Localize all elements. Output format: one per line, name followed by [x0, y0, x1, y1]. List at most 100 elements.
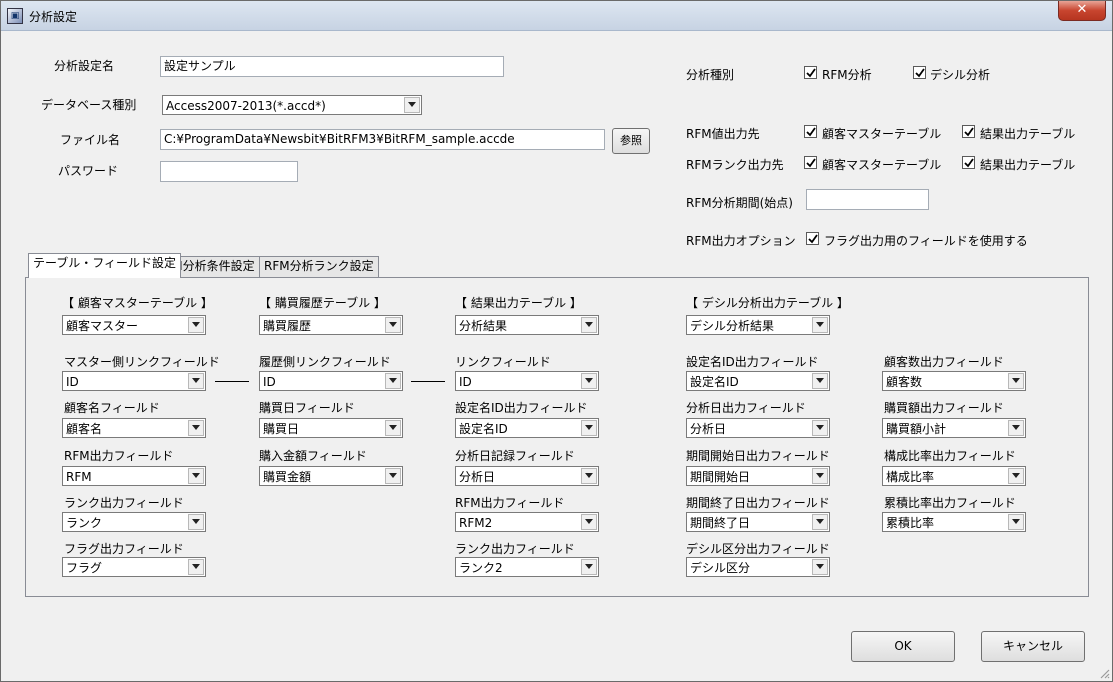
- field-label: 購買額出力フィールド: [884, 401, 1004, 415]
- chevron-down-icon: [385, 373, 401, 389]
- decile-cumulative-ratio-field-select[interactable]: 累積比率: [882, 512, 1026, 532]
- rfm-option-label: RFM出力オプション: [686, 234, 796, 248]
- tab-rfm-rank-settings[interactable]: RFM分析ランク設定: [259, 256, 379, 277]
- rfm-rank-output-label: RFMランク出力先: [686, 158, 784, 172]
- result-link-field-select[interactable]: ID: [455, 371, 599, 391]
- field-label: フラグ出力フィールド: [64, 542, 184, 556]
- chevron-down-icon: [812, 420, 828, 436]
- close-icon: ✕: [1076, 2, 1088, 17]
- field-label: 顧客数出力フィールド: [884, 355, 1004, 369]
- select-value: ID: [459, 375, 472, 389]
- decile-composition-ratio-field-select[interactable]: 構成比率: [882, 466, 1026, 486]
- purchase-link-field-select[interactable]: ID: [259, 371, 403, 391]
- tab-table-field-settings[interactable]: テーブル・フィールド設定: [28, 253, 182, 278]
- customer-name-field-select[interactable]: 顧客名: [62, 418, 206, 438]
- analysis-name-input[interactable]: 設定サンプル: [160, 56, 504, 77]
- select-value: デシル区分: [690, 561, 751, 575]
- chevron-down-icon: [188, 514, 204, 530]
- flag-field-label: フラグ出力用のフィールドを使用する: [824, 234, 1028, 248]
- app-icon: ▣: [7, 8, 23, 24]
- decile-purchase-amount-field-select[interactable]: 購買額小計: [882, 418, 1026, 438]
- db-type-select[interactable]: Access2007-2013(*.accd*): [162, 95, 422, 115]
- decile-period-end-field-select[interactable]: 期間終了日: [686, 512, 830, 532]
- purchase-date-field-select[interactable]: 購買日: [259, 418, 403, 438]
- field-label: 累積比率出力フィールド: [884, 496, 1016, 510]
- title-bar[interactable]: ▣ 分析設定 ✕: [1, 1, 1112, 31]
- decile-setting-id-field-select[interactable]: 設定名ID: [686, 371, 830, 391]
- purchase-table-select[interactable]: 購買履歴: [259, 315, 403, 335]
- field-label: デシル区分出力フィールド: [686, 542, 830, 556]
- field-label: 構成比率出力フィールド: [884, 449, 1016, 463]
- analysis-type-label: 分析種別: [686, 68, 735, 82]
- rfm-analysis-checkbox[interactable]: [804, 66, 817, 79]
- chevron-down-icon: [812, 514, 828, 530]
- field-label: 設定名ID出力フィールド: [455, 401, 588, 415]
- decile-analysis-label: デシル分析: [930, 68, 991, 82]
- result-table-header: 【 結果出力テーブル 】: [455, 296, 582, 310]
- chevron-down-icon: [812, 559, 828, 575]
- chevron-down-icon: [581, 420, 597, 436]
- chevron-down-icon: [581, 559, 597, 575]
- customer-link-field-select[interactable]: ID: [62, 371, 206, 391]
- decile-table-header: 【 デシル分析出力テーブル 】: [686, 296, 849, 310]
- customer-rank-field-select[interactable]: ランク: [62, 512, 206, 532]
- decile-customer-count-field-select[interactable]: 顧客数: [882, 371, 1026, 391]
- purchase-amount-field-select[interactable]: 購買金額: [259, 466, 403, 486]
- customer-table-header: 【 顧客マスターテーブル 】: [62, 296, 213, 310]
- close-button[interactable]: ✕: [1058, 1, 1106, 21]
- field-label: リンクフィールド: [455, 355, 551, 369]
- select-value: 顧客名: [66, 422, 103, 436]
- chevron-down-icon: [188, 317, 204, 333]
- customer-rfm-field-select[interactable]: RFM: [62, 466, 206, 486]
- cancel-button[interactable]: キャンセル: [981, 631, 1085, 662]
- select-value: 購買額小計: [886, 422, 947, 436]
- result-rfm-field-select[interactable]: RFM2: [455, 512, 599, 532]
- field-label: ランク出力フィールド: [64, 496, 184, 510]
- chevron-down-icon: [385, 317, 401, 333]
- select-value: ID: [263, 375, 276, 389]
- decile-table-select[interactable]: デシル分析結果: [686, 315, 830, 335]
- chevron-down-icon: [812, 373, 828, 389]
- decile-class-field-select[interactable]: デシル区分: [686, 557, 830, 577]
- flag-field-checkbox[interactable]: [806, 232, 819, 245]
- rfm-rank-customer-checkbox[interactable]: [804, 156, 817, 169]
- decile-period-start-field-select[interactable]: 期間開始日: [686, 466, 830, 486]
- field-label: 設定名ID出力フィールド: [686, 355, 819, 369]
- customer-table-select[interactable]: 顧客マスター: [62, 315, 206, 335]
- field-label: 期間開始日出力フィールド: [686, 449, 830, 463]
- file-name-input[interactable]: C:¥ProgramData¥Newsbit¥BitRFM3¥BitRFM_sa…: [160, 129, 605, 150]
- chevron-down-icon: [188, 373, 204, 389]
- analysis-name-label: 分析設定名: [54, 59, 115, 73]
- ok-button[interactable]: OK: [851, 631, 955, 662]
- rfm-rank-result-checkbox[interactable]: [962, 156, 975, 169]
- select-value: ID: [66, 375, 79, 389]
- rfm-value-result-checkbox[interactable]: [962, 125, 975, 138]
- file-name-label: ファイル名: [60, 133, 121, 147]
- select-value: RFM2: [459, 516, 493, 530]
- rfm-value-customer-checkbox[interactable]: [804, 125, 817, 138]
- select-value: 構成比率: [886, 470, 935, 484]
- browse-button[interactable]: 参照: [612, 128, 650, 154]
- chevron-down-icon: [188, 420, 204, 436]
- rfm-analysis-label: RFM分析: [822, 68, 872, 82]
- resize-grip-icon[interactable]: [1098, 667, 1110, 679]
- chevron-down-icon: [812, 317, 828, 333]
- decile-analysis-checkbox[interactable]: [913, 66, 926, 79]
- chevron-down-icon: [581, 317, 597, 333]
- rfm-rank-result-label: 結果出力テーブル: [980, 158, 1076, 172]
- rfm-period-input[interactable]: [806, 189, 929, 210]
- db-type-value: Access2007-2013(*.accd*): [166, 99, 326, 113]
- result-table-select[interactable]: 分析結果: [455, 315, 599, 335]
- field-label: 購買日フィールド: [259, 401, 355, 415]
- select-value: 購買金額: [263, 470, 312, 484]
- chevron-down-icon: [1008, 420, 1024, 436]
- password-input[interactable]: [160, 161, 298, 182]
- field-label: 履歴側リンクフィールド: [259, 355, 391, 369]
- result-date-field-select[interactable]: 分析日: [455, 466, 599, 486]
- select-value: 購買日: [263, 422, 300, 436]
- customer-flag-field-select[interactable]: フラグ: [62, 557, 206, 577]
- result-setting-id-field-select[interactable]: 設定名ID: [455, 418, 599, 438]
- window-title: 分析設定: [29, 10, 78, 24]
- result-rank-field-select[interactable]: ランク2: [455, 557, 599, 577]
- decile-date-field-select[interactable]: 分析日: [686, 418, 830, 438]
